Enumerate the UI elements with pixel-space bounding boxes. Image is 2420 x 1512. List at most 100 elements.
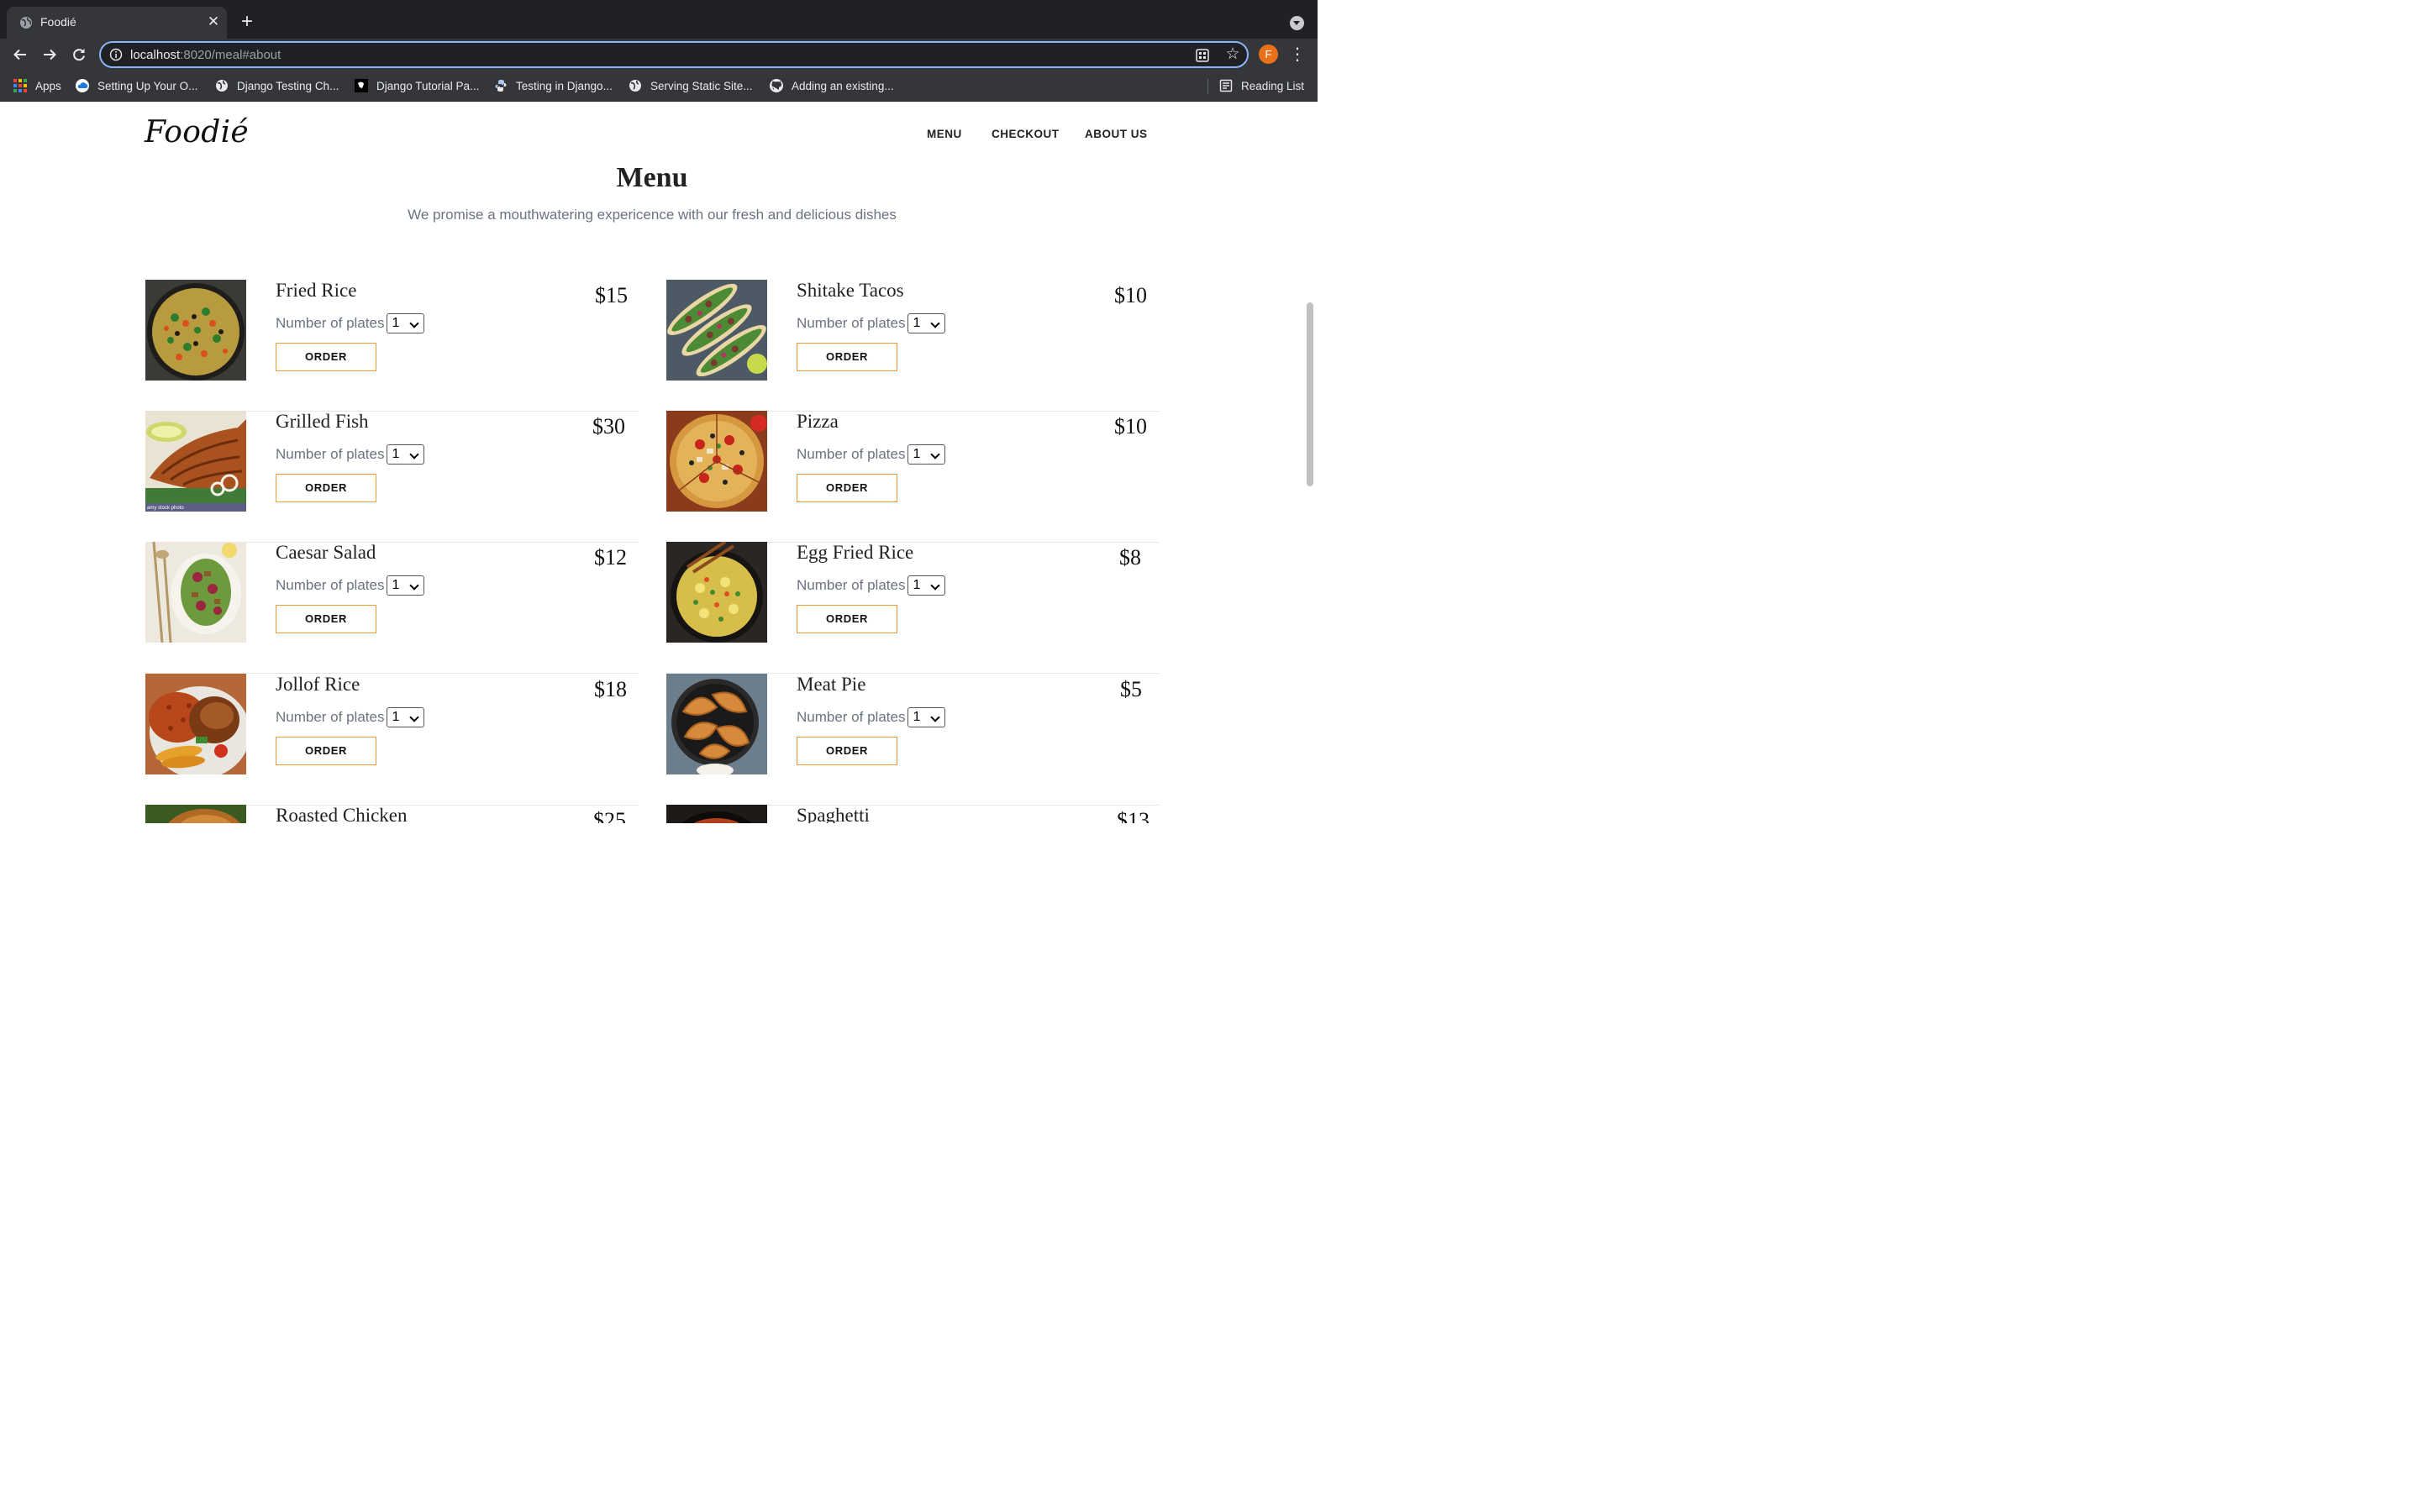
order-button[interactable]: ORDER [797,605,897,633]
plates-select[interactable]: 1 [908,444,946,465]
order-button[interactable]: ORDER [276,343,376,371]
menu-item: Fried Rice $15 Number of plates 1 ORDER [145,280,639,412]
bookmark-label: Setting Up Your O... [97,79,198,92]
menu-item: Jollof Rice $18 Number of plates 1 ORDER [145,674,639,806]
browser-tab[interactable]: Foodié ✕ [7,7,227,39]
menu-item: Spaghetti $13 [666,805,1160,823]
bookmark-django-testing[interactable]: Django Testing Ch... [215,78,339,93]
item-name: Spaghetti [797,805,870,823]
order-button[interactable]: ORDER [276,737,376,765]
item-name: Caesar Salad [276,542,376,563]
page-viewport: Foodié MENU CHECKOUT ABOUT US Menu We pr… [0,102,1318,823]
plates-select[interactable]: 1 [908,707,946,727]
plates-select[interactable]: 1 [908,575,946,596]
plates-label: Number of plates [276,577,385,593]
tutorial-icon [355,79,368,92]
plates-control: Number of plates 1 [276,575,425,596]
fried-rice-image [145,280,246,381]
tab-search-icon[interactable] [1290,16,1304,30]
bookmark-apps[interactable]: Apps [13,78,61,93]
plates-select[interactable]: 1 [387,707,425,727]
order-button[interactable]: ORDER [797,474,897,502]
bookmark-label: Testing in Django... [516,79,613,92]
nav-about-us[interactable]: ABOUT US [1085,128,1148,140]
order-button[interactable]: ORDER [276,605,376,633]
browser-toolbar: localhost:8020/meal#about ☆ F ⋮ [0,39,1318,71]
url-host: localhost [130,48,181,62]
shitake-tacos-image [666,280,767,381]
plates-select[interactable]: 1 [387,575,425,596]
item-price: $30 [592,414,625,438]
close-tab-icon[interactable]: ✕ [205,13,222,30]
browser-menu-icon[interactable]: ⋮ [1289,45,1306,65]
plates-control: Number of plates 1 [797,707,946,727]
site-info-icon[interactable] [109,48,123,61]
menu-item: Egg Fried Rice $8 Number of plates 1 ORD… [666,542,1160,674]
bookmark-label: Adding an existing... [792,79,894,92]
bookmark-setting-up[interactable]: Setting Up Your O... [76,78,197,93]
forward-button[interactable] [39,45,60,65]
menu-item: amy stock photo Grilled Fish $30 Number … [145,411,639,543]
bookmark-label: Django Testing Ch... [237,79,339,92]
item-name: Shitake Tacos [797,280,904,301]
bookmark-serving-static[interactable]: Serving Static Site... [629,78,753,93]
reading-list-button[interactable]: Reading List [1219,78,1304,93]
url-text: localhost:8020/meal#about [130,48,281,62]
item-price: $15 [595,283,628,307]
item-name: Fried Rice [276,280,357,301]
plates-control: Number of plates 1 [797,313,946,333]
plates-select[interactable]: 1 [908,313,946,333]
profile-avatar[interactable]: F [1259,45,1278,64]
bookmark-adding-existing[interactable]: Adding an existing... [770,78,894,93]
spaghetti-image [666,805,767,823]
item-name: Meat Pie [797,674,866,695]
egg-fried-rice-image [666,542,767,643]
order-button[interactable]: ORDER [797,737,897,765]
plates-select[interactable]: 1 [387,444,425,465]
order-button[interactable]: ORDER [276,474,376,502]
item-name: Roasted Chicken [276,805,408,823]
item-name: Jollof Rice [276,674,360,695]
plates-label: Number of plates [797,446,906,462]
menu-item: Caesar Salad $12 Number of plates 1 ORDE… [145,542,639,674]
new-tab-button[interactable]: + [237,12,257,33]
caesar-salad-image [145,542,246,643]
page-subtitle: We promise a mouthwatering expericence w… [408,207,897,223]
plates-label: Number of plates [797,315,906,331]
item-price: $10 [1114,283,1147,307]
forward-arrow-icon [44,49,56,60]
plates-select[interactable]: 1 [387,313,425,333]
item-name: Egg Fried Rice [797,542,914,563]
bookmark-star-icon[interactable]: ☆ [1223,45,1242,64]
plates-label: Number of plates [276,315,385,331]
nav-checkout[interactable]: CHECKOUT [992,128,1060,140]
qr-code-icon[interactable] [1195,48,1210,63]
globe-icon [629,80,641,92]
plates-label: Number of plates [276,446,385,462]
python-icon [495,80,507,92]
item-price: $25 [593,808,626,823]
back-arrow-icon [13,49,26,60]
reading-list-label: Reading List [1241,79,1305,92]
item-price: $10 [1114,414,1147,438]
reload-button[interactable] [69,45,89,65]
bookmark-testing-in-django[interactable]: Testing in Django... [494,78,613,93]
github-icon [770,79,783,92]
item-price: $5 [1120,677,1142,701]
jollof-rice-image [145,674,246,774]
back-button[interactable] [10,45,30,65]
plates-label: Number of plates [797,709,906,725]
item-name: Pizza [797,411,839,432]
page-scrollbar[interactable] [1307,302,1313,486]
bookmark-django-tutorial[interactable]: Django Tutorial Pa... [355,78,479,93]
item-price: $12 [594,545,627,570]
bookmark-label: Serving Static Site... [650,79,753,92]
nav-menu[interactable]: MENU [927,128,962,140]
site-logo[interactable]: Foodié [145,115,249,150]
order-button[interactable]: ORDER [797,343,897,371]
cloud-icon [76,79,89,92]
tab-title: Foodié [40,15,76,29]
address-bar[interactable]: localhost:8020/meal#about ☆ [99,41,1249,68]
menu-item: Pizza $10 Number of plates 1 ORDER [666,411,1160,543]
menu-item: Roasted Chicken $25 [145,805,639,823]
